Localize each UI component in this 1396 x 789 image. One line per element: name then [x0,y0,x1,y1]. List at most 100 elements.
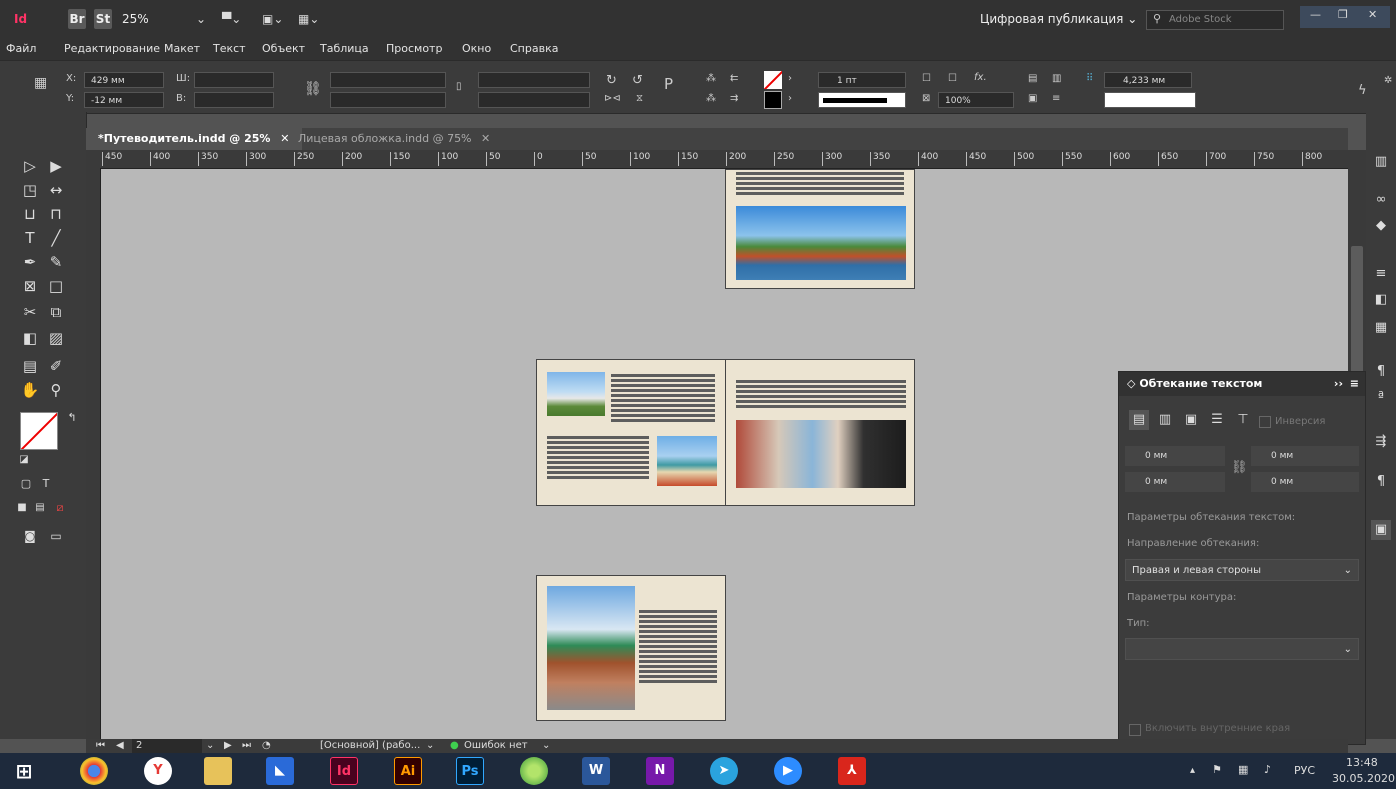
video-editor-icon[interactable]: ◣ [266,757,294,785]
frame-icon[interactable]: ☐ [948,73,957,84]
constrain-scale-icon[interactable]: ▯ [456,81,462,92]
format-container-icon[interactable]: ▢ [16,474,36,494]
wrap-none-icon[interactable]: ▤ [1129,410,1149,430]
page-spread-left[interactable] [536,359,726,506]
text-wrap-panel-icon[interactable]: ▣ [1371,520,1391,540]
select-previous-icon[interactable]: ⇇ [730,73,738,84]
panel-menu-icon[interactable]: ≡ [1350,372,1359,396]
rectangle-tool-icon[interactable]: □ [46,276,66,296]
page-spread-right[interactable] [725,359,915,506]
stock-search[interactable]: ⚲ Adobe Stock [1146,10,1284,30]
zoom-app-icon[interactable]: ▶ [774,757,802,785]
wrap-jump-icon[interactable]: ≡ [1052,93,1060,104]
stroke-swatch[interactable] [764,91,782,109]
menu-help[interactable]: Справка [510,42,558,55]
rectangle-frame-tool-icon[interactable]: ⊠ [20,276,40,296]
gradient-swatch-tool-icon[interactable]: ◧ [20,328,40,348]
menu-layout[interactable]: Макет [164,42,200,55]
zoom-dropdown-icon[interactable]: ⌄ [196,9,206,29]
windows-start-icon[interactable]: ⊞ [10,757,38,785]
taskbar-photoshop[interactable]: Ps [456,757,484,785]
screen-mode-icon[interactable]: ▣⌄ [262,9,283,29]
select-content-icon[interactable]: ⁂ [706,93,716,104]
content-placer-icon[interactable]: ⊓ [46,204,66,224]
menu-table[interactable]: Таблица [320,42,369,55]
view-options-icon[interactable]: ▀⌄ [222,9,241,29]
gradient-feather-tool-icon[interactable]: ▨ [46,328,66,348]
page-menu-icon[interactable]: ⌄ [206,739,214,753]
collapse-arrows-icon[interactable]: ›› [1334,372,1343,396]
previous-page-icon[interactable]: ◀ [116,739,124,753]
note-tool-icon[interactable]: ▤ [20,356,40,376]
swap-fill-stroke-icon[interactable]: ↰ [62,408,82,428]
width-field[interactable] [194,72,274,88]
chevron-down-icon[interactable]: ⌄ [542,739,550,753]
photo-city-embankment[interactable] [736,206,906,280]
yandex-browser-icon[interactable]: Y [144,757,172,785]
free-transform-tool-icon[interactable]: ⧉ [46,302,66,322]
content-collector-icon[interactable]: ⊔ [20,204,40,224]
y-position-field[interactable]: -12 мм [84,92,164,108]
normal-view-icon[interactable]: ◙ [20,526,40,546]
file-explorer-icon[interactable] [204,757,232,785]
direct-selection-tool-icon[interactable]: ▶ [46,156,66,176]
first-page-icon[interactable]: ⏮ [96,739,105,753]
show-hidden-icons-icon[interactable]: ▴ [1190,765,1195,776]
paragraph-styles-icon[interactable]: ¶ [1371,362,1391,382]
pen-tool-icon[interactable]: ✒ [20,252,40,272]
photo-old-street[interactable] [547,586,635,710]
color-panel-icon[interactable]: ▦ [1371,318,1391,338]
text-frame[interactable] [611,374,715,424]
fill-none-swatch[interactable] [764,71,782,89]
jump-next-column-icon[interactable]: ⊤ [1233,410,1253,430]
clock-date[interactable]: 30.05.2020 [1332,772,1395,785]
invert-checkbox[interactable] [1259,416,1271,428]
select-container-icon[interactable]: ⁂ [706,73,716,84]
auto-fit-icon[interactable]: ⠿ [1086,73,1093,84]
chevron-down-icon[interactable]: ⌄ [426,739,434,753]
shear-angle-field[interactable] [478,92,590,108]
paragraph-panel-icon[interactable]: ¶ [1371,472,1391,492]
reference-point-icon[interactable]: ▦ [34,75,47,91]
scale-y-field[interactable] [330,92,446,108]
volume-icon[interactable]: ♪ [1264,763,1271,776]
page-bottom[interactable] [536,575,726,721]
drop-shadow-icon[interactable]: ☐ [922,73,931,84]
scale-x-field[interactable] [330,72,446,88]
gear-icon[interactable]: ✲ [1384,75,1392,86]
x-position-field[interactable]: 429 мм [84,72,164,88]
text-frame[interactable] [547,436,649,481]
apply-color-icon[interactable]: ■ [12,498,32,518]
hand-tool-icon[interactable]: ✋ [20,380,40,400]
network-icon[interactable]: ▦ [1238,763,1248,776]
format-text-icon[interactable]: T [36,474,56,494]
language-indicator[interactable]: РУС [1294,764,1315,777]
bridge-button[interactable]: Br [68,9,86,29]
offset-field[interactable]: 4,233 мм [1104,72,1192,88]
panel-collapse-icon[interactable]: ◇ [1127,377,1135,390]
contour-type-select[interactable]: ⌄ [1125,638,1359,660]
left-offset-field[interactable]: 0 мм [1251,446,1359,466]
arrange-documents-icon[interactable]: ▦⌄ [298,9,319,29]
link-offsets-icon[interactable]: ⛓ [1231,460,1248,475]
stock-button[interactable]: St [94,9,112,29]
last-page-icon[interactable]: ⏭ [242,739,251,753]
green-app-icon[interactable] [520,757,548,785]
restore-icon[interactable]: ❐ [1338,8,1348,21]
text-frame[interactable] [736,380,906,410]
menu-file[interactable]: Файл [6,42,36,55]
type-tool-icon[interactable]: T [20,228,40,248]
fill-swatch[interactable] [20,412,58,450]
tab-front-cover[interactable]: Лицевая обложка.indd @ 75% ✕ [286,128,502,150]
pencil-tool-icon[interactable]: ✎ [46,252,66,272]
fill-menu-icon[interactable]: › [788,73,792,84]
constrain-proportions-icon[interactable]: ⛓ [304,81,322,97]
links-panel-icon[interactable]: ∞ [1371,190,1391,210]
telegram-icon[interactable]: ➤ [710,757,738,785]
stroke-weight-field[interactable]: 1 пт [818,72,906,88]
menu-view[interactable]: Просмотр [386,42,442,55]
jump-object-icon[interactable]: ☰ [1207,410,1227,430]
rotate-cw-icon[interactable]: ↻ [606,73,617,88]
taskbar-onenote[interactable]: N [646,757,674,785]
taskbar-illustrator[interactable]: Ai [394,757,422,785]
